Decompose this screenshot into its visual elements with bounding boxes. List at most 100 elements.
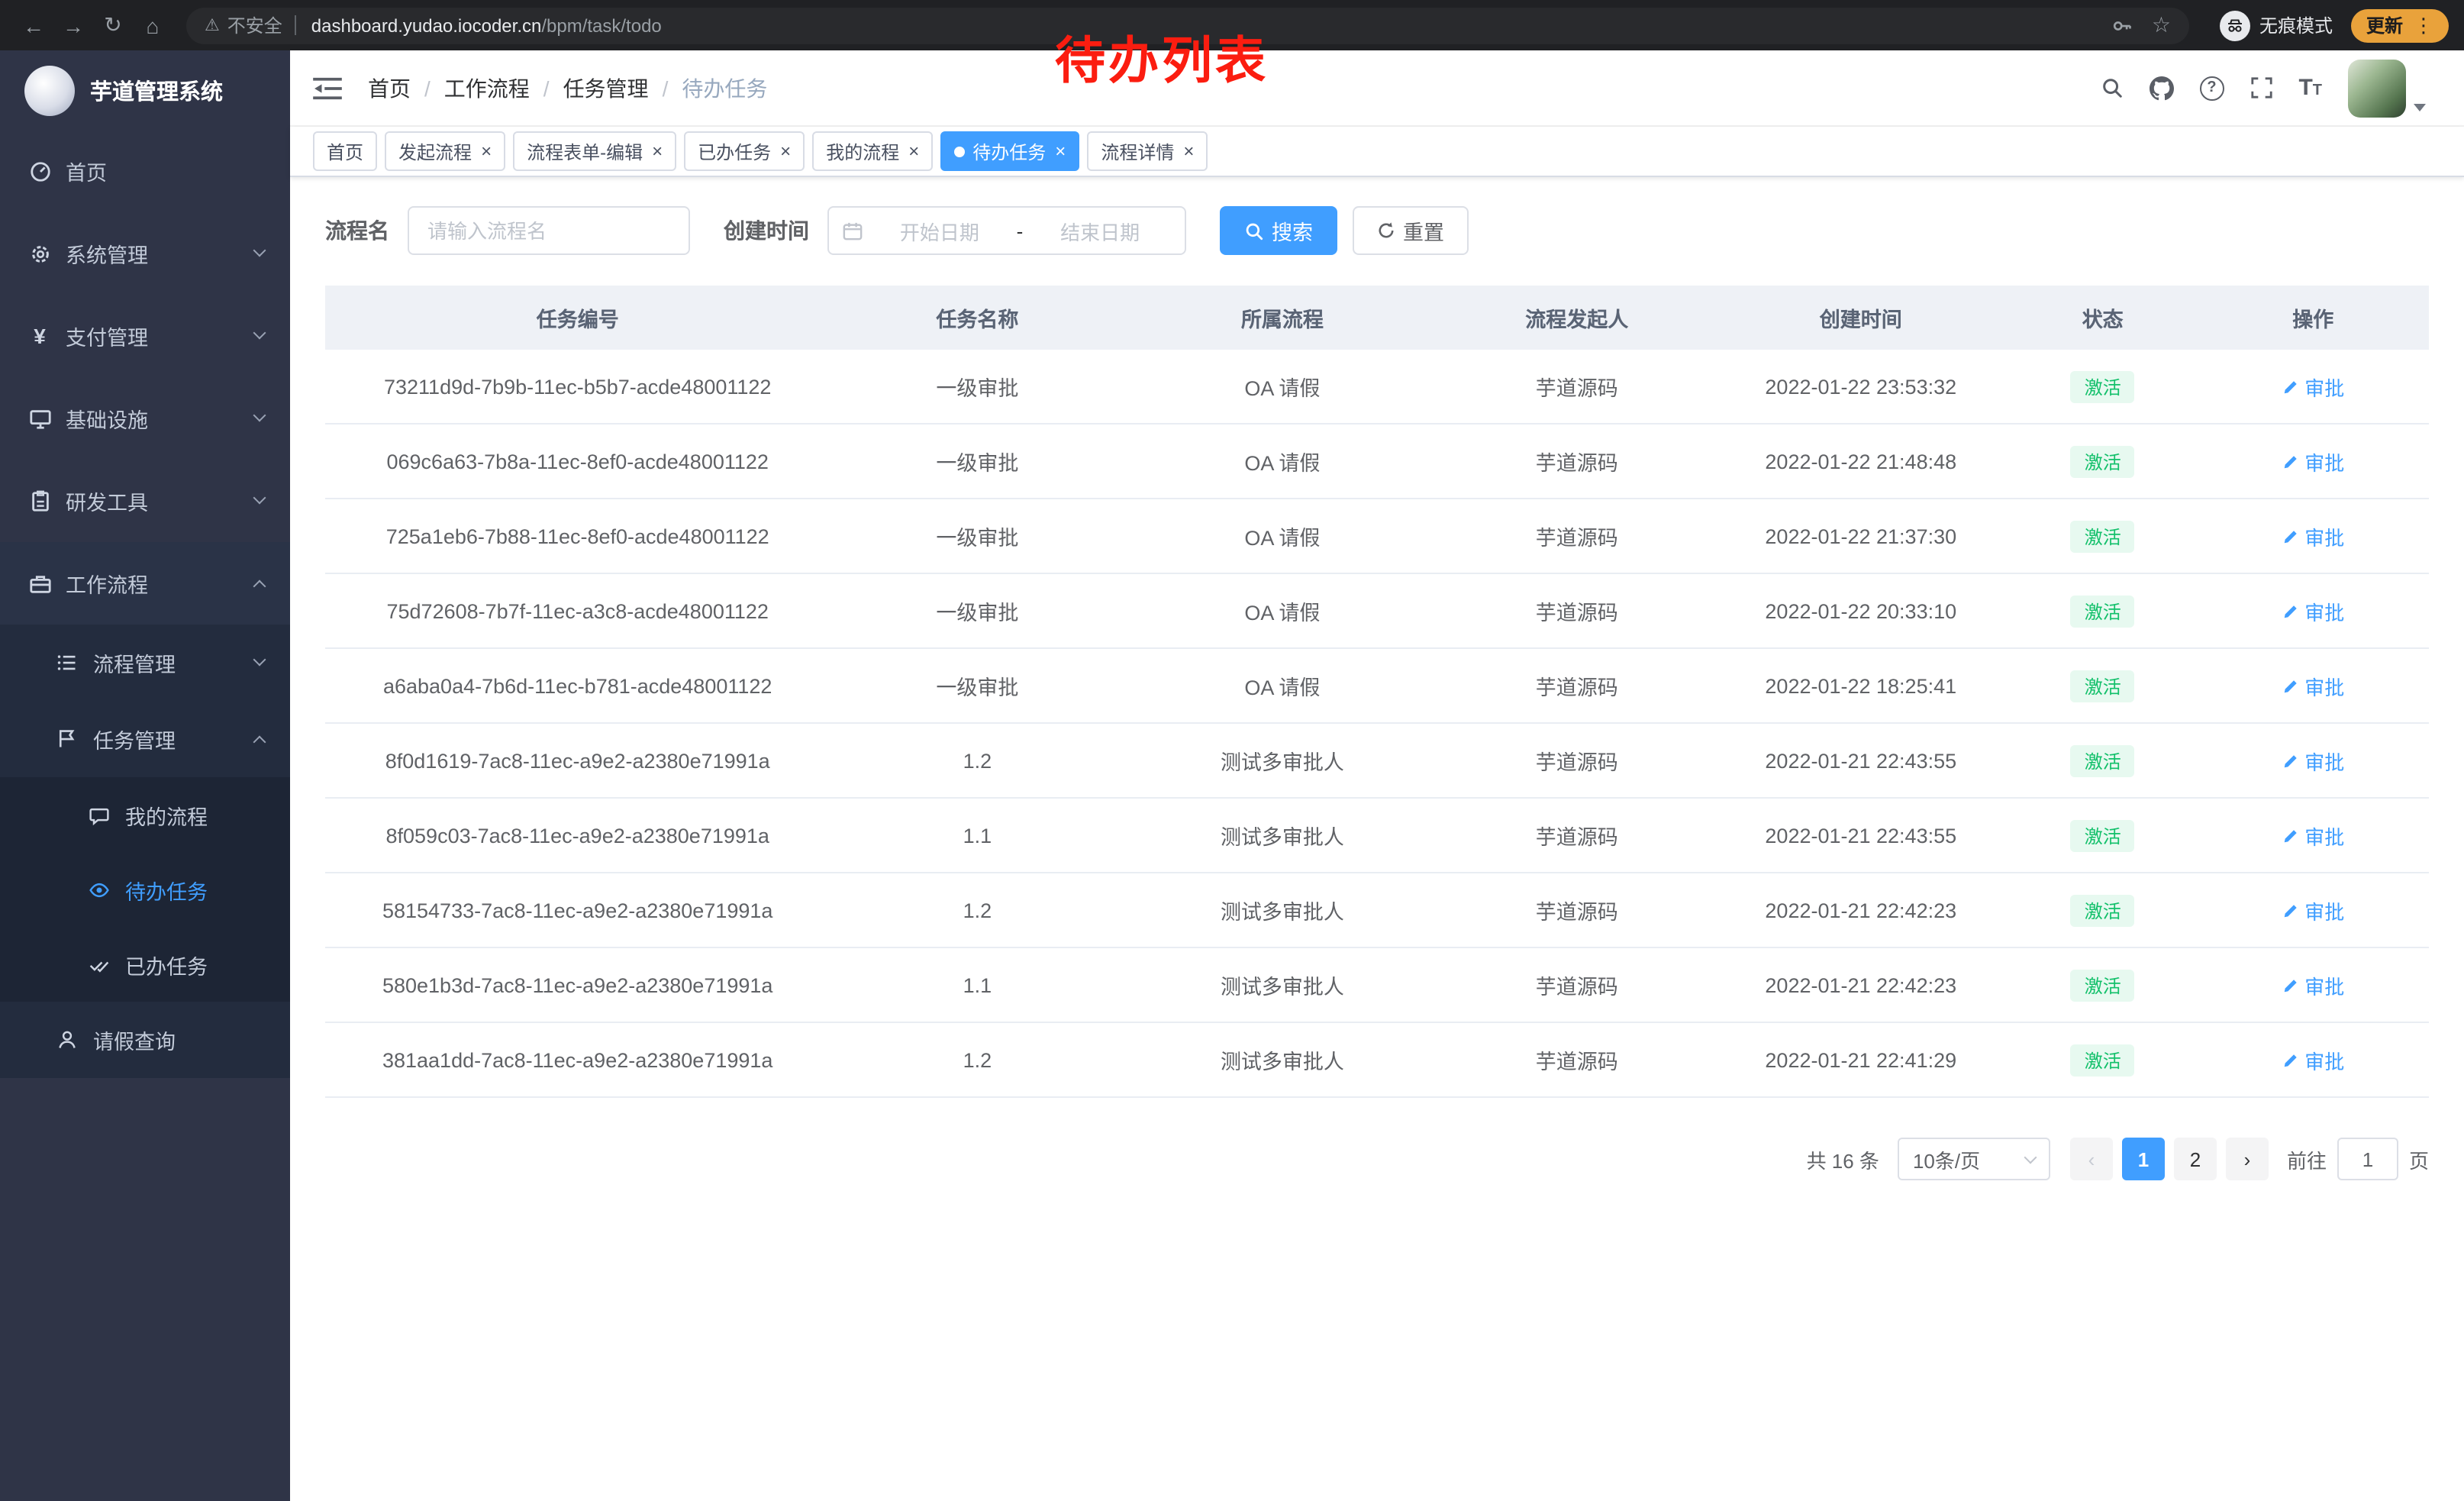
sidebar-item-task-management[interactable]: 任务管理 xyxy=(0,701,290,777)
tab-home[interactable]: 首页 xyxy=(313,131,377,171)
close-icon[interactable]: × xyxy=(780,142,791,160)
approve-button[interactable]: 审批 xyxy=(2282,521,2344,550)
cell-task-id: 8f059c03-7ac8-11ec-a9e2-a2380e71991a xyxy=(325,824,830,847)
sidebar-item-workflow[interactable]: 工作流程 xyxy=(0,542,290,625)
status-badge: 激活 xyxy=(2071,744,2135,776)
home-icon[interactable]: ⌂ xyxy=(134,7,171,44)
approve-button[interactable]: 审批 xyxy=(2282,1045,2344,1074)
create-time-label: 创建时间 xyxy=(724,215,809,246)
cell-initiator: 芋道源码 xyxy=(1440,596,1714,626)
approve-button[interactable]: 审批 xyxy=(2282,596,2344,625)
col-initiator: 流程发起人 xyxy=(1440,302,1714,333)
sidebar-item-todo-tasks[interactable]: 待办任务 xyxy=(0,852,290,927)
cell-task-id: 75d72608-7b7f-11ec-a3c8-acde48001122 xyxy=(325,599,830,622)
payment-icon: ¥ xyxy=(27,324,52,348)
breadcrumb-workflow[interactable]: 工作流程 xyxy=(444,73,530,103)
breadcrumb-home[interactable]: 首页 xyxy=(368,73,411,103)
tab-done-tasks[interactable]: 已办任务× xyxy=(684,131,805,171)
filter-bar: 流程名 创建时间 开始日期 - 结束日期 搜索 xyxy=(325,206,2429,255)
table-row: 75d72608-7b7f-11ec-a3c8-acde48001122 一级审… xyxy=(325,574,2429,649)
search-button[interactable]: 搜索 xyxy=(1220,206,1337,255)
cell-initiator: 芋道源码 xyxy=(1440,820,1714,851)
close-icon[interactable]: × xyxy=(652,142,663,160)
sidebar-item-infrastructure[interactable]: 基础设施 xyxy=(0,377,290,460)
cell-process: 测试多审批人 xyxy=(1124,895,1440,925)
breadcrumb-task-management[interactable]: 任务管理 xyxy=(563,73,649,103)
incognito-badge: 无痕模式 xyxy=(2220,10,2333,40)
cell-created: 2022-01-22 23:53:32 xyxy=(1714,375,2008,398)
next-page-button[interactable]: › xyxy=(2226,1138,2269,1180)
top-navbar: 首页 / 工作流程 / 任务管理 / 待办任务 ? xyxy=(290,50,2464,127)
total-count: 共 16 条 xyxy=(1807,1144,1879,1173)
close-icon[interactable]: × xyxy=(908,142,919,160)
page-button-1[interactable]: 1 xyxy=(2122,1138,2165,1180)
sidebar-item-label: 我的流程 xyxy=(125,799,208,830)
status-badge: 激活 xyxy=(2071,969,2135,1001)
cell-process: OA 请假 xyxy=(1124,596,1440,626)
approve-button[interactable]: 审批 xyxy=(2282,447,2344,476)
goto-page-input[interactable] xyxy=(2337,1138,2398,1180)
sidebar-item-devtools[interactable]: 研发工具 xyxy=(0,460,290,542)
fullscreen-icon[interactable] xyxy=(2250,76,2272,99)
font-size-icon[interactable]: TT xyxy=(2298,76,2322,99)
sidebar-item-system[interactable]: 系统管理 xyxy=(0,212,290,295)
cell-initiator: 芋道源码 xyxy=(1440,895,1714,925)
sidebar-item-done-tasks[interactable]: 已办任务 xyxy=(0,927,290,1002)
sidebar-item-home[interactable]: 首页 xyxy=(0,130,290,212)
user-avatar[interactable] xyxy=(2348,59,2426,117)
key-icon[interactable] xyxy=(2112,15,2133,36)
github-icon[interactable] xyxy=(2149,76,2173,100)
cell-task-name: 1.2 xyxy=(830,899,1124,922)
update-button[interactable]: 更新 ⋮ xyxy=(2351,8,2449,42)
approve-button[interactable]: 审批 xyxy=(2282,671,2344,700)
cell-task-name: 一级审批 xyxy=(830,670,1124,701)
sidebar-collapse-icon[interactable] xyxy=(313,76,343,100)
dashboard-icon xyxy=(27,159,52,183)
kebab-menu-icon[interactable]: ⋮ xyxy=(2414,13,2433,37)
table-row: 580e1b3d-7ac8-11ec-a9e2-a2380e71991a 1.1… xyxy=(325,948,2429,1023)
cell-task-id: 381aa1dd-7ac8-11ec-a9e2-a2380e71991a xyxy=(325,1048,830,1071)
refresh-icon[interactable]: ↻ xyxy=(95,7,131,44)
reset-button[interactable]: 重置 xyxy=(1353,206,1469,255)
date-range-picker[interactable]: 开始日期 - 结束日期 xyxy=(827,206,1186,255)
cell-created: 2022-01-21 22:42:23 xyxy=(1714,899,2008,922)
process-name-input[interactable] xyxy=(408,206,690,255)
close-icon[interactable]: × xyxy=(1183,142,1194,160)
tab-my-processes[interactable]: 我的流程× xyxy=(812,131,933,171)
cell-task-id: 73211d9d-7b9b-11ec-b5b7-acde48001122 xyxy=(325,375,830,398)
page-size-select[interactable]: 10条/页 xyxy=(1898,1138,2050,1180)
eye-icon xyxy=(87,877,111,902)
approve-button[interactable]: 审批 xyxy=(2282,372,2344,401)
sidebar-item-process-management[interactable]: 流程管理 xyxy=(0,625,290,701)
col-task-id: 任务编号 xyxy=(325,302,830,333)
approve-button[interactable]: 审批 xyxy=(2282,746,2344,775)
tab-process-detail[interactable]: 流程详情× xyxy=(1087,131,1208,171)
sidebar-item-label: 首页 xyxy=(66,156,107,186)
security-label[interactable]: 不安全 xyxy=(227,12,282,38)
sidebar-item-payment[interactable]: ¥ 支付管理 xyxy=(0,295,290,377)
search-icon[interactable] xyxy=(2100,76,2123,99)
tab-todo-tasks[interactable]: 待办任务× xyxy=(940,131,1079,171)
range-separator: - xyxy=(1017,219,1024,242)
tab-process-form-edit[interactable]: 流程表单-编辑× xyxy=(513,131,676,171)
help-icon[interactable]: ? xyxy=(2199,76,2224,100)
close-icon[interactable]: × xyxy=(481,142,492,160)
table-header-row: 任务编号 任务名称 所属流程 流程发起人 创建时间 状态 操作 xyxy=(325,286,2429,350)
sidebar-item-my-processes[interactable]: 我的流程 xyxy=(0,777,290,852)
forward-icon[interactable]: → xyxy=(55,7,92,44)
close-icon[interactable]: × xyxy=(1055,142,1066,160)
cell-process: OA 请假 xyxy=(1124,371,1440,402)
table-row: 069c6a63-7b8a-11ec-8ef0-acde48001122 一级审… xyxy=(325,424,2429,499)
prev-page-button[interactable]: ‹ xyxy=(2070,1138,2113,1180)
tab-start-process[interactable]: 发起流程× xyxy=(385,131,505,171)
approve-button[interactable]: 审批 xyxy=(2282,970,2344,999)
sidebar-logo[interactable]: 芋道管理系统 xyxy=(0,50,290,130)
cell-task-id: 069c6a63-7b8a-11ec-8ef0-acde48001122 xyxy=(325,450,830,473)
approve-button[interactable]: 审批 xyxy=(2282,896,2344,925)
approve-button[interactable]: 审批 xyxy=(2282,821,2344,850)
cell-initiator: 芋道源码 xyxy=(1440,371,1714,402)
page-button-2[interactable]: 2 xyxy=(2174,1138,2217,1180)
sidebar-item-leave-query[interactable]: 请假查询 xyxy=(0,1002,290,1078)
bookmark-star-icon[interactable]: ☆ xyxy=(2152,12,2171,38)
back-icon[interactable]: ← xyxy=(15,7,52,44)
